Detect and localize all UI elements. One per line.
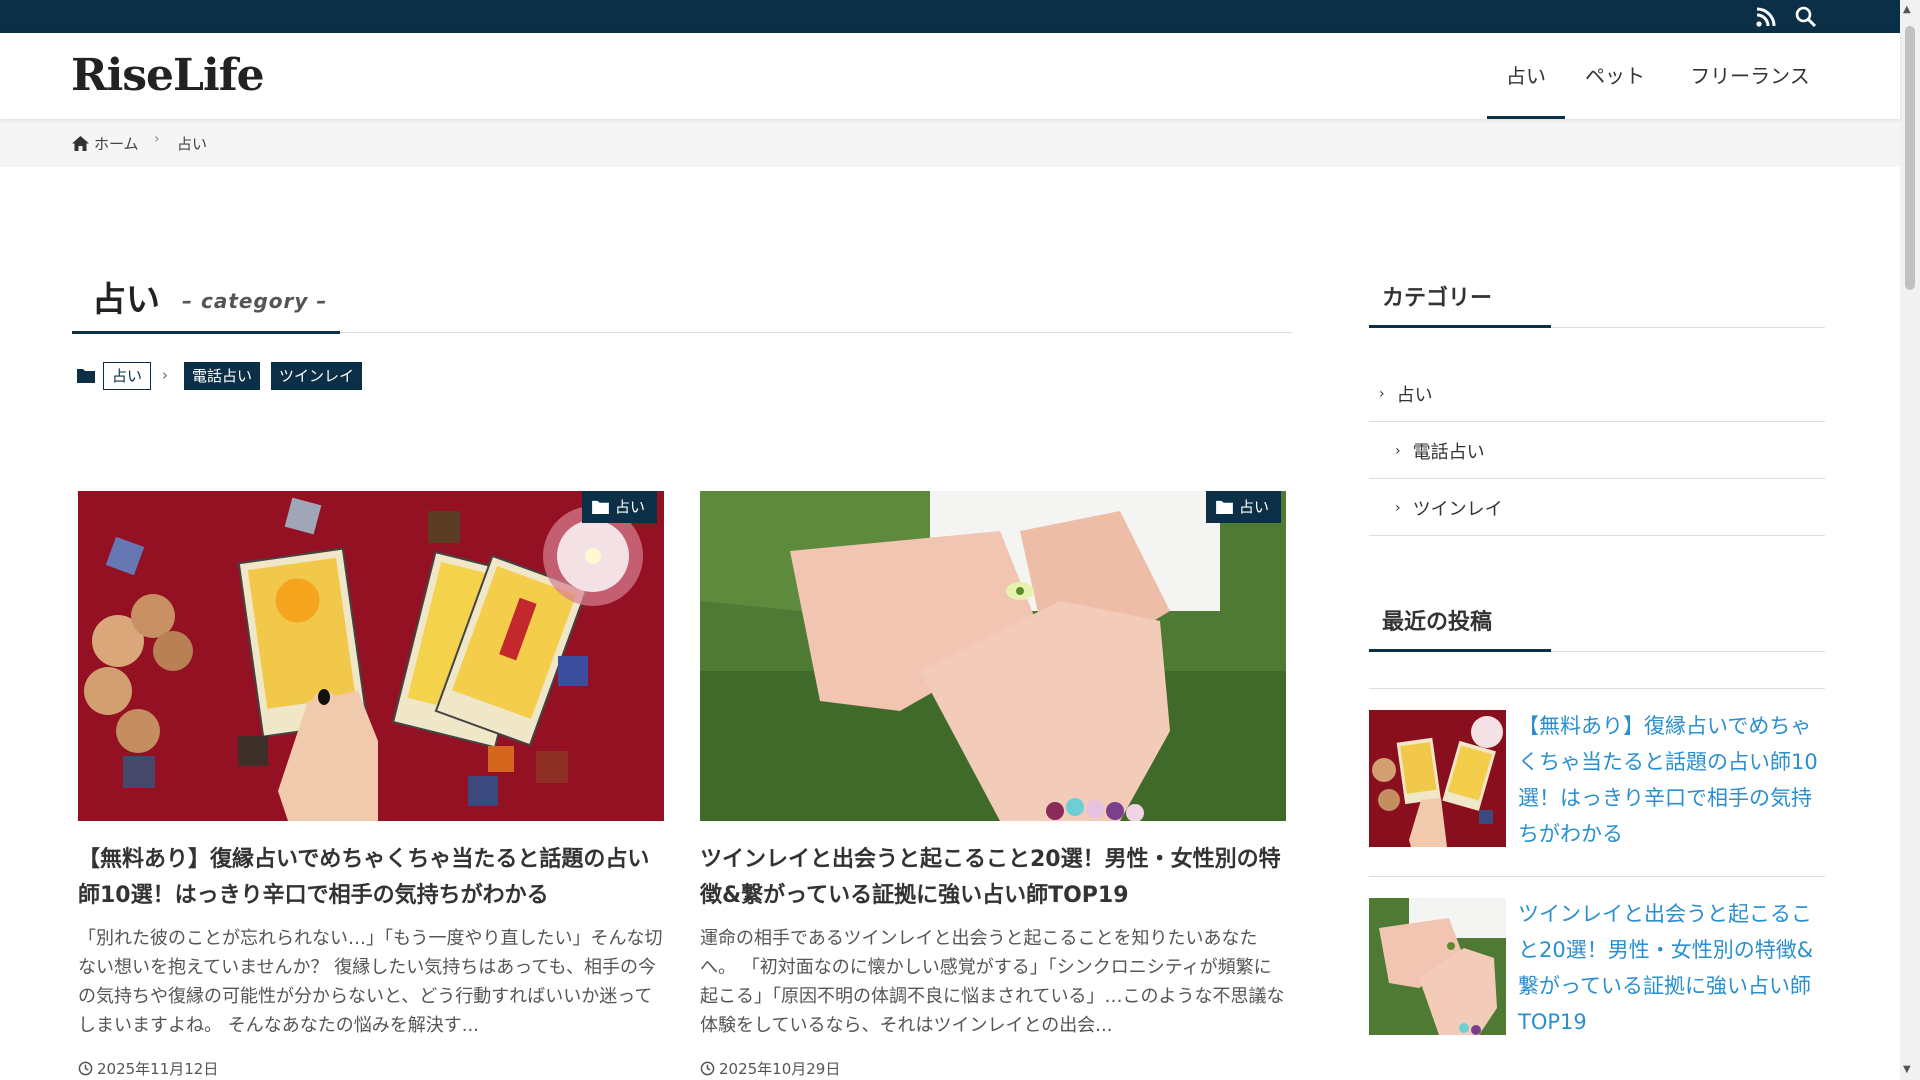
chevron-right-icon: › — [1379, 385, 1385, 402]
post-excerpt: 「別れた彼のことが忘れられない…」「もう一度やり直したい」そんな切ない想いを抱え… — [78, 928, 663, 1036]
sidebar-divider-accent — [1369, 649, 1551, 652]
sidebar-category-denwa[interactable]: › 電話占い — [1369, 423, 1825, 479]
tarot-image — [78, 491, 664, 821]
sidebar-categories-heading: カテゴリー — [1382, 286, 1493, 311]
sidebar-divider-accent — [1369, 325, 1551, 328]
sidebar-category-label: 電話占い — [1412, 441, 1485, 463]
chevron-right-icon: › — [1395, 499, 1401, 516]
post-category-badge: 占い — [1206, 491, 1282, 523]
clock-icon — [78, 1061, 93, 1076]
twinray-image — [700, 491, 1286, 821]
post-title[interactable]: 【無料あり】復縁占いでめちゃくちゃ当たると話題の占い師10選！はっきり辛口で相手… — [78, 842, 664, 914]
post-thumbnail[interactable] — [700, 491, 1286, 821]
chevron-right-icon: › — [1395, 442, 1401, 459]
top-bar — [0, 0, 1900, 33]
nav-item-uranai[interactable]: 占い — [1487, 33, 1565, 119]
tag-denwa-uranai[interactable]: 電話占い — [184, 362, 261, 390]
post-date: 2025年11月12日 — [78, 1058, 218, 1079]
clock-icon — [700, 1061, 715, 1076]
page-subtitle: – category – — [182, 289, 328, 313]
badge-label: 占い — [1239, 498, 1270, 516]
site-logo[interactable]: RiseLife — [71, 50, 265, 101]
sidebar-divider — [1369, 688, 1825, 689]
recent-post-thumbnail[interactable] — [1369, 898, 1506, 1035]
scroll-up-icon[interactable]: ▲ — [1903, 4, 1911, 15]
breadcrumb-home-label: ホーム — [94, 135, 139, 153]
page-title: 占い — [92, 280, 160, 320]
sidebar-recent-heading: 最近の投稿 — [1382, 610, 1493, 635]
home-icon — [72, 136, 89, 151]
scrollbar-thumb[interactable] — [1905, 26, 1915, 290]
recent-post-thumbnail[interactable] — [1369, 710, 1506, 847]
chevron-right-icon: › — [162, 366, 168, 384]
site-header: RiseLife 占い ペット フリーランス — [0, 33, 1900, 119]
recent-post-link[interactable]: ツインレイと出会うと起こること20選！男性・女性別の特徴&繋がっている証拠に強い… — [1518, 896, 1818, 1040]
sidebar-category-label: 占い — [1396, 384, 1433, 406]
sidebar-category-label: ツインレイ — [1412, 498, 1503, 520]
sidebar-divider — [1369, 876, 1825, 877]
post-date: 2025年10月29日 — [700, 1058, 840, 1079]
tarot-thumbnail-image — [1369, 710, 1506, 847]
post-date-label: 2025年11月12日 — [97, 1060, 219, 1078]
post-thumbnail[interactable] — [78, 491, 664, 821]
badge-label: 占い — [615, 498, 646, 516]
sidebar-category-uranai[interactable]: › 占い — [1369, 366, 1825, 422]
folder-icon — [77, 369, 95, 383]
breadcrumb: ホーム › 占い — [0, 119, 1900, 167]
search-icon[interactable] — [1794, 5, 1818, 29]
title-divider-accent — [72, 331, 340, 334]
post-title[interactable]: ツインレイと出会うと起こること20選！男性・女性別の特徴&繋がっている証拠に強い… — [700, 842, 1286, 914]
rss-icon[interactable] — [1754, 5, 1778, 29]
nav-item-freelance[interactable]: フリーランス — [1670, 33, 1830, 119]
folder-icon — [1216, 500, 1233, 514]
twinray-thumbnail-image — [1369, 898, 1506, 1035]
recent-post-link[interactable]: 【無料あり】復縁占いでめちゃくちゃ当たると話題の占い師10選！はっきり辛口で相手… — [1518, 708, 1818, 852]
nav-item-pet[interactable]: ペット — [1576, 33, 1654, 119]
post-excerpt: 運命の相手であるツインレイと出会うと起こることを知りたいあなたへ。 「初対面なの… — [700, 928, 1285, 1036]
post-date-label: 2025年10月29日 — [719, 1060, 841, 1078]
sidebar-category-twinray[interactable]: › ツインレイ — [1369, 480, 1825, 536]
folder-icon — [592, 500, 609, 514]
breadcrumb-current: 占い — [177, 135, 208, 153]
chevron-right-icon: › — [154, 131, 160, 147]
tag-twinray[interactable]: ツインレイ — [271, 362, 363, 390]
tag-uranai[interactable]: 占い — [103, 362, 152, 390]
breadcrumb-home[interactable]: ホーム — [72, 133, 139, 154]
post-category-badge: 占い — [582, 491, 658, 523]
scroll-down-icon[interactable]: ▼ — [1903, 1064, 1911, 1075]
